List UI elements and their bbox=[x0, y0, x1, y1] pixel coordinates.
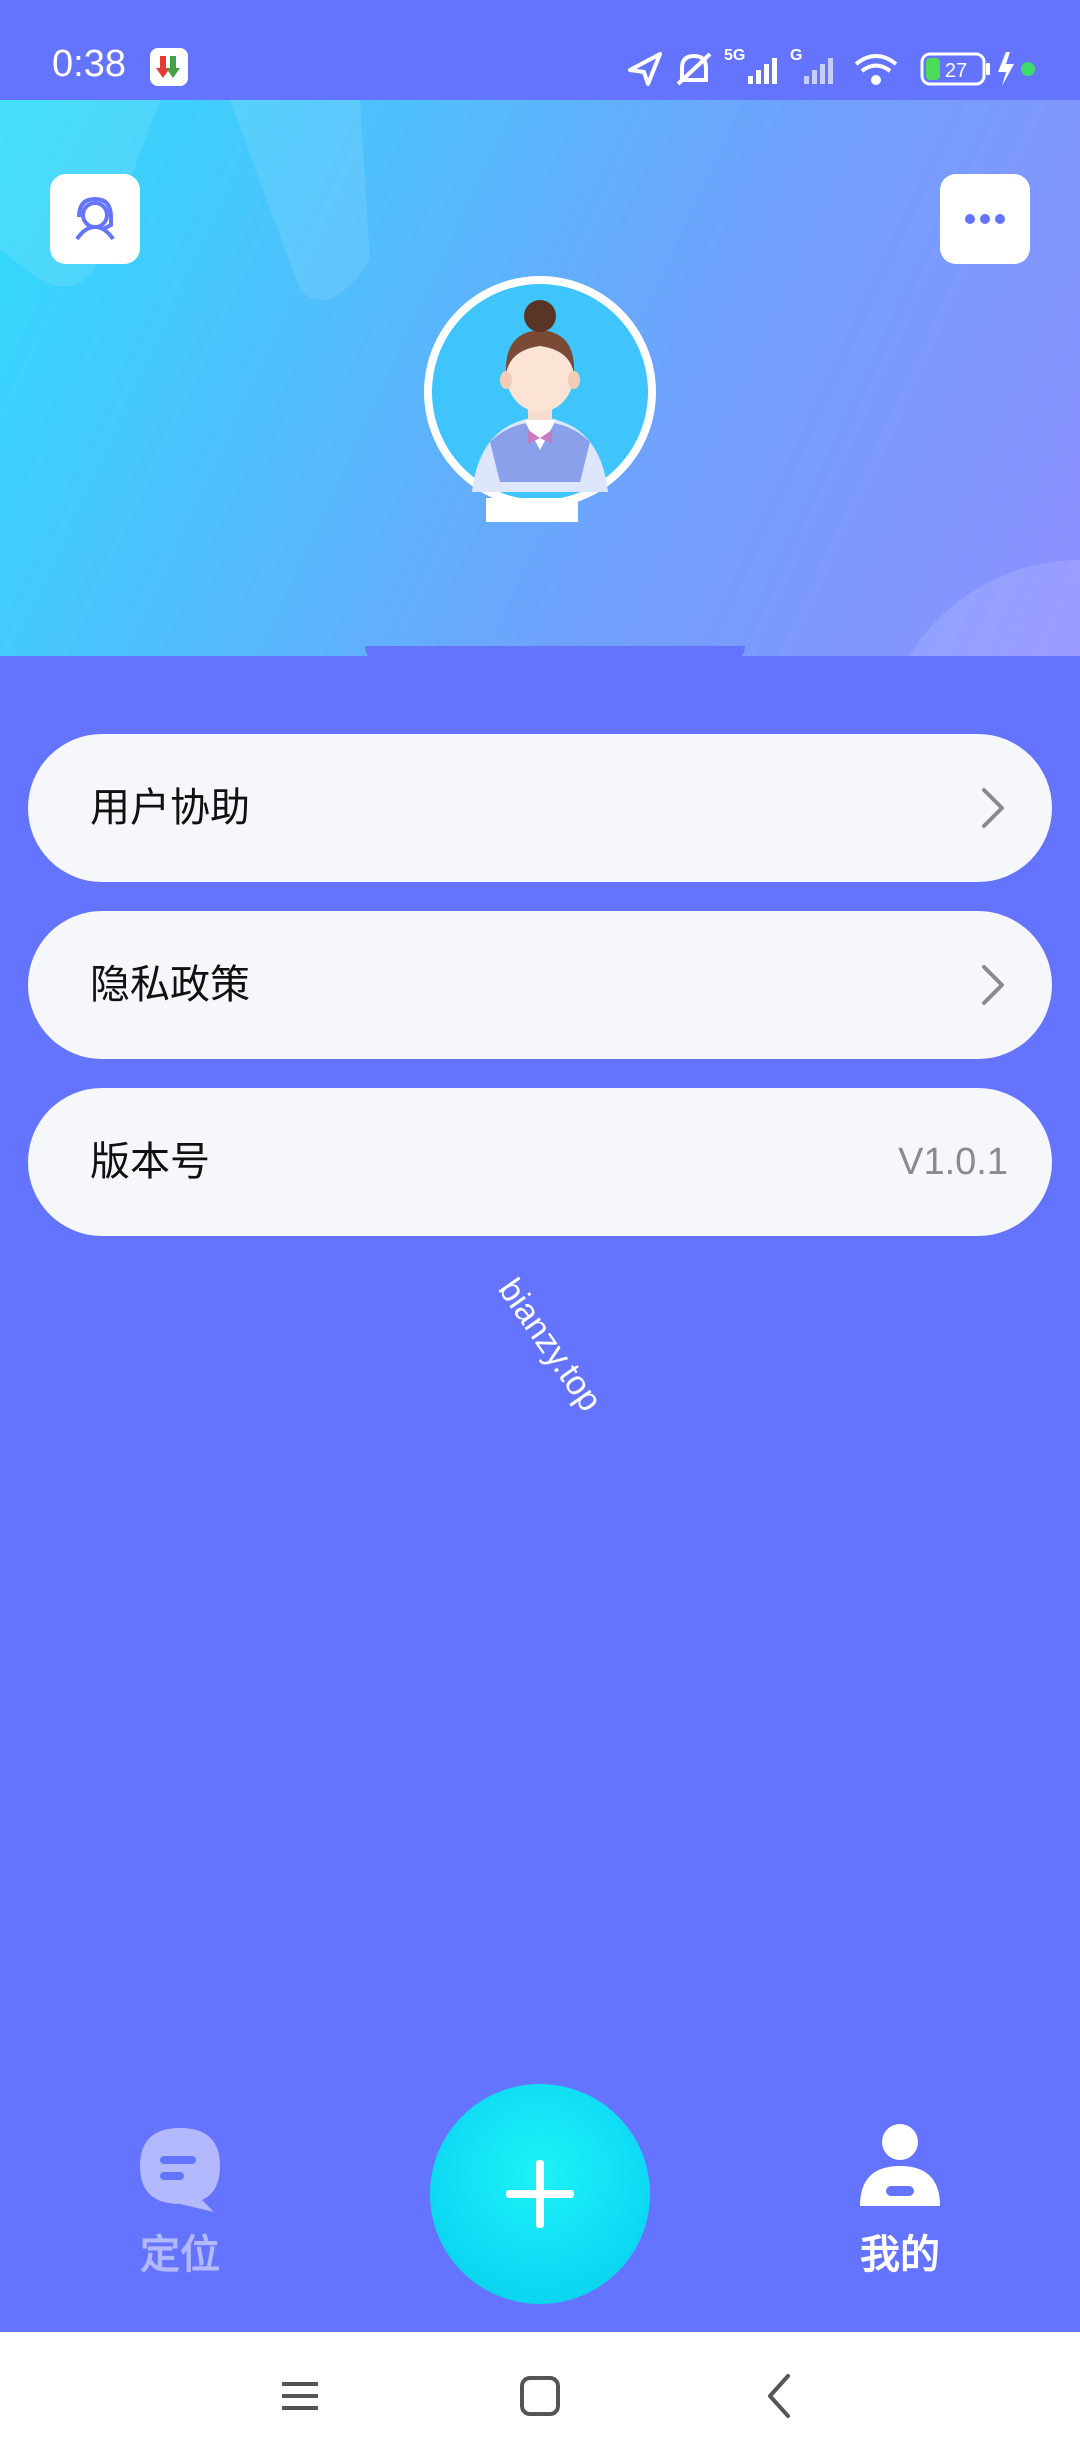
status-bar: 0:38 5G G 27 bbox=[0, 0, 1080, 100]
profile-header bbox=[0, 100, 1080, 656]
battery-level: 27 bbox=[945, 60, 967, 82]
status-icons: 5G G 27 bbox=[628, 47, 1035, 86]
watermark: bianzy.top bbox=[490, 1271, 610, 1419]
nav-tab-location[interactable]: 定位 bbox=[80, 2120, 280, 2320]
status-dot bbox=[1021, 62, 1035, 76]
menu-item-version: 版本号 V1.0.1 bbox=[28, 1088, 1052, 1236]
menu-item-user-help[interactable]: 用户协助 bbox=[28, 734, 1052, 882]
home-icon[interactable] bbox=[510, 2366, 570, 2426]
network-1-label: 5G bbox=[724, 47, 745, 64]
battery-icon: 27 bbox=[920, 52, 990, 86]
network-2-label: G bbox=[790, 47, 802, 64]
system-navigation-bar bbox=[0, 2332, 1080, 2460]
chevron-right-icon bbox=[982, 788, 1004, 828]
chat-bubble-icon bbox=[140, 2128, 220, 2212]
wifi-icon bbox=[854, 54, 898, 85]
menu-item-label: 版本号 bbox=[90, 1139, 210, 1185]
person-icon bbox=[860, 2124, 940, 2206]
nav-label: 定位 bbox=[140, 2232, 220, 2278]
signal-5g-icon: 5G bbox=[724, 47, 777, 84]
mute-bell-icon bbox=[676, 52, 712, 86]
chevron-right-icon bbox=[982, 965, 1004, 1005]
menu-item-privacy-policy[interactable]: 隐私政策 bbox=[28, 911, 1052, 1059]
avatar[interactable] bbox=[420, 272, 660, 532]
more-dots-icon bbox=[965, 214, 1005, 224]
headset-person-icon bbox=[75, 196, 115, 241]
customer-support-button[interactable] bbox=[50, 174, 140, 264]
nav-label: 我的 bbox=[860, 2232, 940, 2278]
charging-icon bbox=[998, 52, 1014, 86]
menu-item-label: 隐私政策 bbox=[90, 962, 250, 1008]
status-time: 0:38 bbox=[52, 43, 126, 85]
header-tab bbox=[365, 646, 745, 664]
app-notification-icon bbox=[150, 48, 188, 86]
menu-item-label: 用户协助 bbox=[90, 785, 250, 831]
back-icon[interactable] bbox=[750, 2366, 810, 2426]
location-icon bbox=[628, 52, 662, 86]
add-button[interactable] bbox=[430, 2084, 650, 2304]
signal-g-icon: G bbox=[790, 47, 833, 84]
menu-icon[interactable] bbox=[270, 2366, 330, 2426]
version-value: V1.0.1 bbox=[898, 1141, 1008, 1183]
plus-icon bbox=[506, 2160, 574, 2228]
more-button[interactable] bbox=[940, 174, 1030, 264]
nav-tab-mine[interactable]: 我的 bbox=[800, 2120, 1000, 2320]
